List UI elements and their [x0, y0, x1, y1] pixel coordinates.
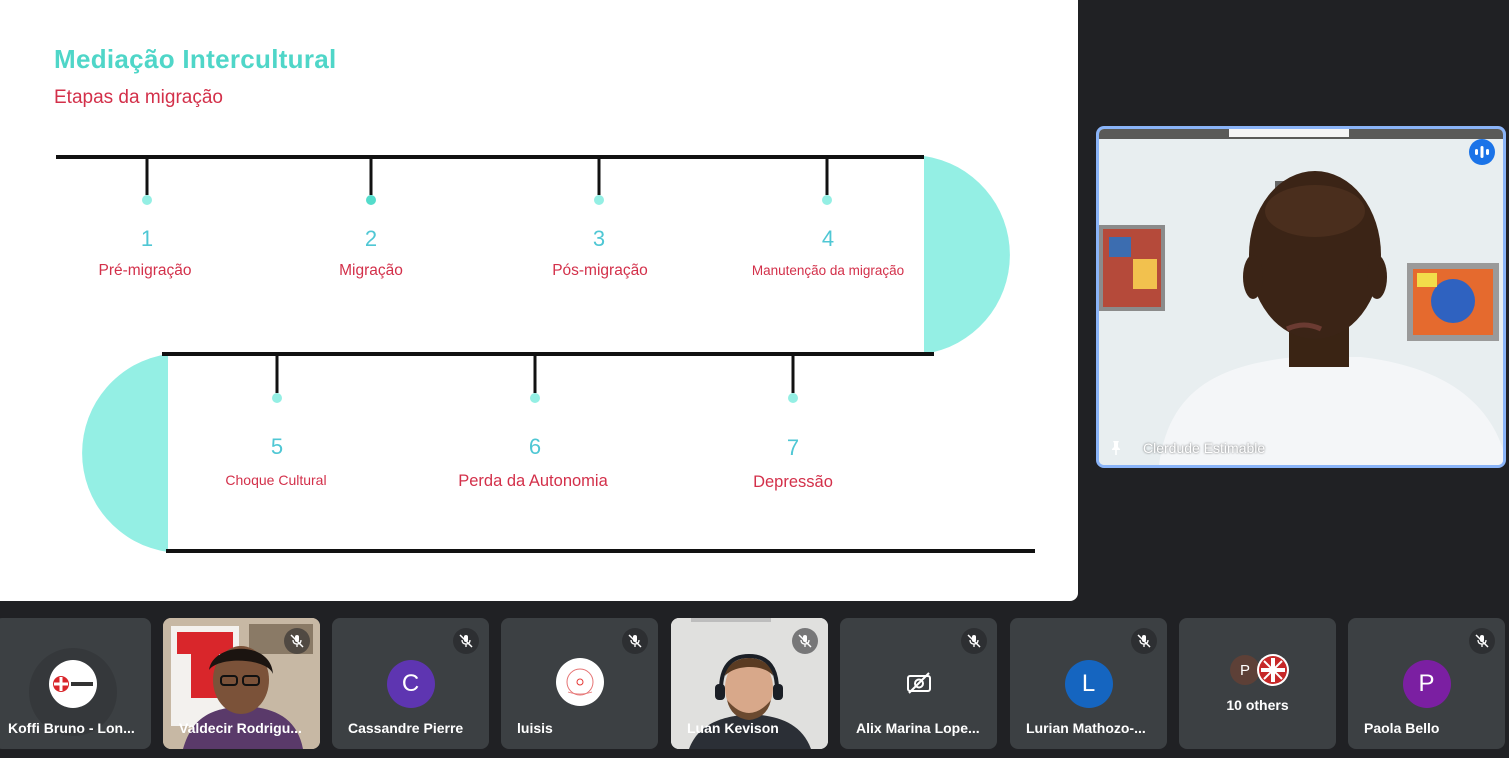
audio-level-icon — [1469, 139, 1495, 165]
muted-mic-icon — [622, 628, 648, 654]
timeline-curve-right — [924, 156, 1010, 354]
participant-tile-lurian[interactable]: L Lurian Mathozo-... — [1010, 618, 1167, 749]
step-number-5: 5 — [270, 434, 284, 459]
step-number-2: 2 — [364, 226, 378, 251]
timeline-curve-left — [82, 354, 168, 552]
avatar: L — [1064, 660, 1113, 708]
speaker-name: Clerdude Estimable — [1143, 440, 1266, 456]
avatar: C — [386, 660, 435, 708]
participant-name: Alix Marina Lope... — [856, 720, 980, 736]
timeline-ticks-top — [145, 157, 829, 195]
step-label-1: Pré-migração — [98, 262, 192, 279]
participant-tile-others[interactable]: P 10 others — [1179, 618, 1336, 749]
timeline-dots-top — [142, 195, 832, 205]
participant-name: Valdecir Rodrigu... — [179, 720, 302, 736]
caritas-logo-avatar — [48, 660, 97, 708]
participant-tile-luan[interactable]: Luan Kevison — [671, 618, 828, 749]
camera-off-icon — [906, 672, 932, 699]
muted-mic-icon — [1469, 628, 1495, 654]
muted-mic-icon — [453, 628, 479, 654]
migration-timeline — [56, 155, 1035, 553]
participant-tile-luisis[interactable]: luisis — [501, 618, 658, 749]
participant-tile-koffi[interactable]: Koffi Bruno - Lon... — [0, 618, 151, 749]
step-label-3: Pós-migração — [552, 262, 648, 279]
avatar: P — [1402, 660, 1451, 708]
step-number-3: 3 — [592, 226, 606, 251]
step-label-2: Migração — [339, 262, 403, 279]
participant-name: Paola Bello — [1364, 720, 1440, 736]
participant-name: Koffi Bruno - Lon... — [8, 720, 135, 736]
muted-mic-icon — [792, 628, 818, 654]
participant-tile-valdecir[interactable]: Valdecir Rodrigu... — [163, 618, 320, 749]
featured-speaker-tile[interactable]: Clerdude Estimable — [1096, 126, 1506, 468]
logo-avatar — [1257, 654, 1289, 686]
timeline-ticks-middle — [275, 354, 795, 393]
avatar: P — [1230, 655, 1260, 685]
step-label-7: Depressão — [753, 473, 833, 491]
logo-avatar — [555, 658, 604, 706]
muted-mic-icon — [961, 628, 987, 654]
presentation-slide: Mediação Intercultural Etapas da migraçã… — [0, 0, 1078, 601]
speaker-video — [1099, 129, 1503, 465]
step-number-7: 7 — [786, 435, 800, 460]
participant-name: Cassandre Pierre — [348, 720, 464, 736]
step-number-4: 4 — [821, 226, 835, 251]
step-label-4: Manutenção da migração — [751, 263, 905, 278]
participant-tile-cassandre[interactable]: C Cassandre Pierre — [332, 618, 489, 749]
pin-icon[interactable] — [1107, 439, 1125, 457]
timeline-dots-middle — [272, 393, 798, 403]
muted-mic-icon — [284, 628, 310, 654]
muted-mic-icon — [1131, 628, 1157, 654]
participant-tile-paola[interactable]: P Paola Bello — [1348, 618, 1505, 749]
step-number-1: 1 — [140, 226, 154, 251]
participant-name: luisis — [517, 720, 553, 736]
others-count: 10 others — [1226, 697, 1289, 713]
step-label-5: Choque Cultural — [225, 472, 327, 488]
step-number-6: 6 — [528, 434, 542, 459]
participant-name: Lurian Mathozo-... — [1026, 720, 1146, 736]
participant-tile-alix[interactable]: Alix Marina Lope... — [840, 618, 997, 749]
step-label-6: Perda da Autonomia — [458, 472, 608, 490]
participant-name: Luan Kevison — [687, 720, 779, 736]
